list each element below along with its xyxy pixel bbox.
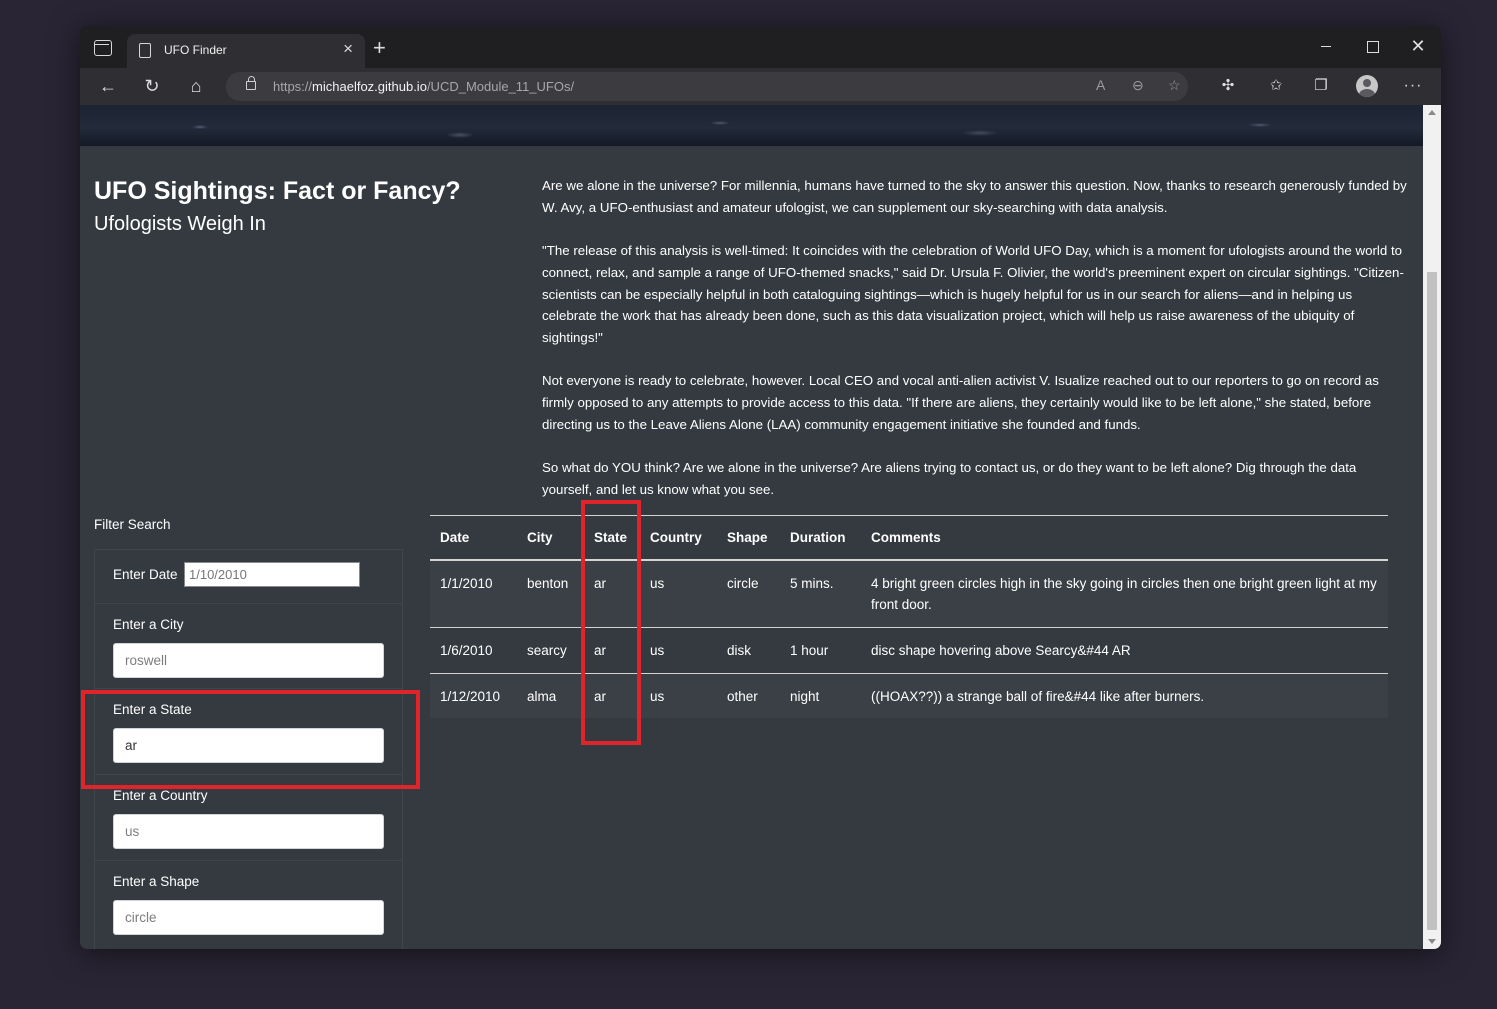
- close-tab-icon[interactable]: ×: [343, 40, 353, 58]
- article-paragraph: Not everyone is ready to celebrate, howe…: [542, 373, 1379, 432]
- tab-strip: UFO Finder × + ✕: [80, 26, 1441, 68]
- date-input[interactable]: [184, 562, 360, 587]
- collections-icon[interactable]: ❐: [1306, 72, 1336, 100]
- cell-comments: disc shape hovering above Searcy&#44 AR: [861, 627, 1388, 674]
- cell-shape: other: [727, 688, 758, 704]
- close-window-icon[interactable]: ✕: [1400, 34, 1436, 58]
- table-header-row: Date City State Country Shape Duration C…: [430, 515, 1388, 561]
- filter-item-shape: Enter a Shape: [95, 861, 402, 947]
- filter-item-city: Enter a City: [95, 604, 402, 689]
- table-row: 1/12/2010 alma ar us other night ((HOAX?…: [430, 673, 1388, 719]
- filter-item-country: Enter a Country: [95, 775, 402, 861]
- table-row: 1/6/2010 searcy ar us disk 1 hour disc s…: [430, 627, 1388, 674]
- maximize-icon[interactable]: [1354, 34, 1390, 58]
- page-viewport: UFO Sightings: Fact or Fancy? Ufologists…: [80, 105, 1423, 949]
- address-bar[interactable]: https://michaelfoz.github.io/UCD_Module_…: [226, 72, 1188, 101]
- cell-country: us: [640, 559, 717, 628]
- header-state: State: [584, 515, 640, 561]
- cell-city: searcy: [517, 627, 584, 674]
- cell-date: 1/1/2010: [430, 559, 517, 628]
- city-input[interactable]: [113, 643, 384, 678]
- lock-icon[interactable]: [246, 76, 256, 90]
- ufo-table-container: Date City State Country Shape Duration C…: [430, 515, 1411, 719]
- filter-search-heading: Filter Search: [94, 517, 171, 532]
- article-paragraph: "The release of this analysis is well-ti…: [542, 243, 1404, 345]
- favorites-icon[interactable]: ✩: [1261, 72, 1291, 100]
- cell-city: benton: [517, 559, 584, 628]
- header-city: City: [517, 515, 584, 561]
- state-label: Enter a State: [113, 702, 192, 717]
- header-comments: Comments: [861, 515, 1388, 561]
- cell-date: 1/6/2010: [430, 627, 517, 674]
- home-icon[interactable]: ⌂: [182, 72, 210, 100]
- shape-label: Enter a Shape: [113, 874, 200, 889]
- date-label: Enter Date: [113, 567, 178, 582]
- refresh-icon[interactable]: ↻: [138, 72, 166, 100]
- filter-panel: Enter Date Enter a City Enter a State En…: [94, 549, 403, 949]
- page-title: UFO Sightings: Fact or Fancy?: [94, 177, 461, 205]
- cell-state: ar: [584, 627, 640, 674]
- cell-comments: ((HOAX??)) a strange ball of fire&#44 li…: [871, 688, 1205, 704]
- more-options-icon[interactable]: ···: [1398, 72, 1428, 100]
- avatar[interactable]: [1356, 75, 1378, 97]
- url-text[interactable]: https://michaelfoz.github.io/UCD_Module_…: [273, 79, 574, 94]
- scroll-down-arrow-icon[interactable]: [1428, 939, 1436, 944]
- article-paragraph: So what do YOU think? Are we alone in th…: [542, 460, 1357, 497]
- country-label: Enter a Country: [113, 788, 208, 803]
- header-shape: Shape: [717, 515, 780, 561]
- browser-window: UFO Finder × + ✕ ← ↻ ⌂ https://michaelfo…: [80, 26, 1441, 949]
- cell-date: 1/12/2010: [440, 688, 501, 704]
- cell-country: us: [640, 627, 717, 674]
- filter-item-date: Enter Date: [95, 550, 402, 604]
- header-date: Date: [430, 515, 517, 561]
- hero-image: [80, 105, 1423, 146]
- cell-duration: 5 mins.: [780, 559, 861, 628]
- cell-comments: 4 bright green circles high in the sky g…: [861, 559, 1388, 628]
- page-icon: [139, 43, 151, 58]
- shape-input[interactable]: [113, 900, 384, 935]
- page-subtitle: Ufologists Weigh In: [94, 213, 266, 235]
- table-row: 1/1/2010 benton ar us circle 5 mins. 4 b…: [430, 559, 1388, 628]
- header-country: Country: [640, 515, 717, 561]
- cell-duration: 1 hour: [780, 627, 861, 674]
- filter-item-state: Enter a State: [95, 689, 402, 775]
- cell-shape: disk: [717, 627, 780, 674]
- cell-shape: circle: [717, 559, 780, 628]
- cell-duration: night: [790, 688, 820, 704]
- ufo-table: Date City State Country Shape Duration C…: [430, 515, 1388, 719]
- article: Are we alone in the universe? For millen…: [542, 175, 1410, 522]
- cell-state: ar: [594, 688, 607, 704]
- article-paragraph: Are we alone in the universe? For millen…: [542, 178, 1407, 215]
- tab-title: UFO Finder: [164, 43, 227, 57]
- active-tab[interactable]: UFO Finder ×: [127, 34, 365, 68]
- cell-state: ar: [584, 559, 640, 628]
- add-favorite-icon[interactable]: ☆: [1168, 77, 1181, 94]
- profile-icon[interactable]: [1352, 72, 1382, 100]
- city-label: Enter a City: [113, 617, 184, 632]
- page-scrollbar[interactable]: [1423, 105, 1441, 949]
- back-icon[interactable]: ←: [94, 72, 122, 100]
- cell-country: us: [650, 688, 665, 704]
- scroll-up-arrow-icon[interactable]: [1428, 110, 1436, 115]
- header-duration: Duration: [780, 515, 861, 561]
- scrollbar-thumb[interactable]: [1427, 272, 1437, 930]
- new-tab-icon[interactable]: +: [373, 36, 386, 60]
- tab-actions-icon[interactable]: [94, 40, 112, 56]
- state-input[interactable]: [113, 728, 384, 763]
- zoom-icon[interactable]: ⊖: [1132, 77, 1144, 94]
- address-toolbar: ← ↻ ⌂ https://michaelfoz.github.io/UCD_M…: [80, 68, 1441, 105]
- extensions-icon[interactable]: ✣: [1213, 72, 1243, 100]
- minimize-icon[interactable]: [1308, 34, 1344, 58]
- read-aloud-icon[interactable]: A: [1096, 77, 1105, 93]
- country-input[interactable]: [113, 814, 384, 849]
- cell-city: alma: [527, 688, 557, 704]
